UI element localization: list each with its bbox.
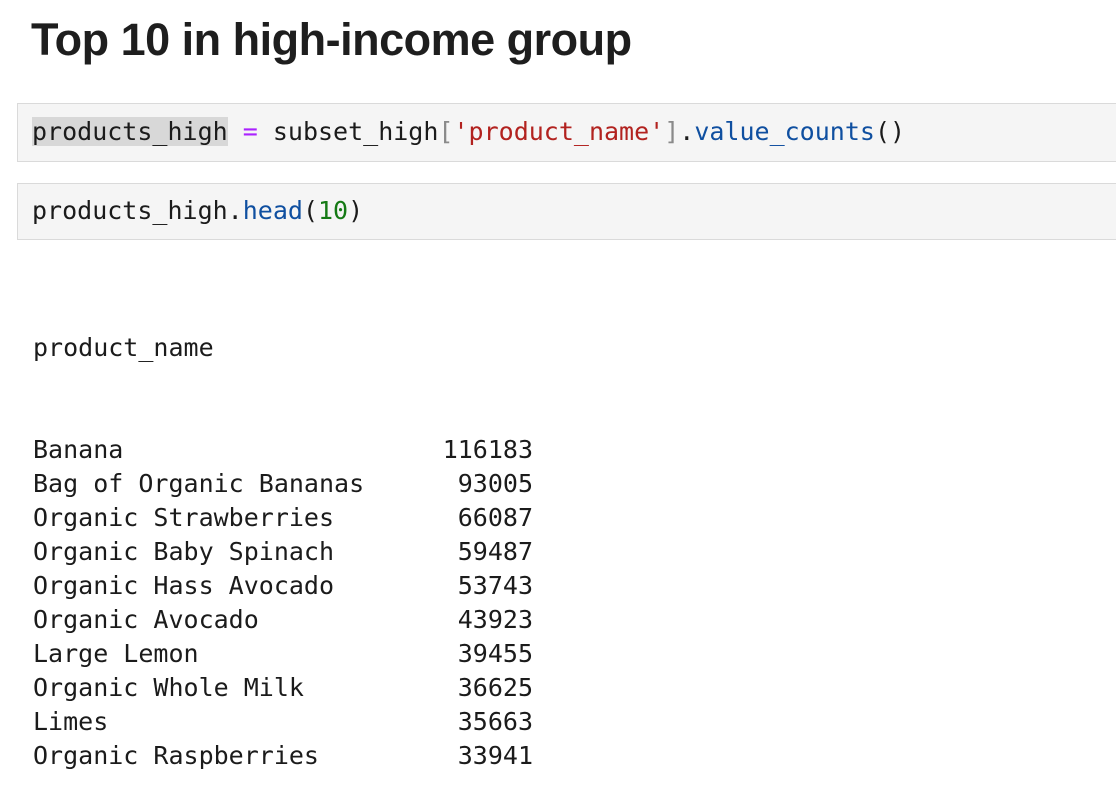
output-row: Organic Baby Spinach 59487: [33, 535, 533, 569]
product-count: 93005: [457, 469, 533, 498]
code-token: .: [679, 117, 695, 146]
output-row: Bag of Organic Bananas 93005: [33, 467, 533, 501]
output-row: Organic Strawberries 66087: [33, 501, 533, 535]
product-count: 43923: [457, 605, 533, 634]
code-cell-value-counts[interactable]: products_high = subset_high['product_nam…: [17, 103, 1116, 162]
code-token: ): [348, 196, 364, 225]
product-name: Large Lemon: [33, 639, 199, 668]
product-count: 66087: [457, 503, 533, 532]
output-row: Banana 116183: [33, 433, 533, 467]
code-token: products_high.: [32, 196, 243, 225]
output-row: Limes 35663: [33, 705, 533, 739]
method-name-token: head: [242, 196, 303, 225]
product-count: 39455: [457, 639, 533, 668]
product-count: 35663: [457, 707, 533, 736]
product-count: 53743: [457, 571, 533, 600]
code-cell-head[interactable]: products_high.head(10): [17, 183, 1116, 240]
method-name-token: value_counts: [694, 117, 875, 146]
bracket-token: [: [438, 117, 454, 146]
code-token: (: [302, 196, 318, 225]
product-count: 33941: [457, 741, 533, 770]
section-heading: Top 10 in high-income group: [31, 14, 632, 65]
product-name: Organic Strawberries: [33, 503, 335, 532]
product-name: Organic Whole Milk: [33, 673, 304, 702]
product-name: Organic Baby Spinach: [33, 537, 335, 566]
product-name: Organic Raspberries: [33, 741, 319, 770]
selected-variable-token: products_high: [32, 117, 228, 146]
code-token: subset_high: [257, 117, 439, 146]
cell-output: product_name Banana 116183 Bag of Organic …: [33, 263, 533, 807]
code-line[interactable]: products_high = subset_high['product_nam…: [32, 117, 905, 147]
product-count: 116183: [442, 435, 533, 464]
product-name: Bag of Organic Bananas: [33, 469, 365, 498]
output-row: Organic Raspberries 33941: [33, 739, 533, 773]
output-rows: Banana 116183 Bag of Organic Bananas 93005 O…: [33, 433, 533, 773]
product-name: Organic Avocado: [33, 605, 259, 634]
product-name: Organic Hass Avocado: [33, 571, 335, 600]
output-row: Organic Hass Avocado 53743: [33, 569, 533, 603]
number-literal-token: 10: [318, 196, 349, 225]
code-token: (): [874, 117, 906, 146]
product-count: 59487: [457, 537, 533, 566]
assignment-operator-token: =: [242, 117, 258, 146]
output-row: Organic Avocado 43923: [33, 603, 533, 637]
bracket-token: ]: [664, 117, 680, 146]
product-count: 36625: [457, 673, 533, 702]
output-row: Large Lemon 39455: [33, 637, 533, 671]
output-index-header: product_name: [33, 333, 214, 362]
product-name: Banana: [33, 435, 124, 464]
code-line[interactable]: products_high.head(10): [32, 196, 363, 226]
product-name: Limes: [33, 707, 109, 736]
string-literal-token: 'product_name': [453, 117, 665, 146]
output-row: Organic Whole Milk 36625: [33, 671, 533, 705]
